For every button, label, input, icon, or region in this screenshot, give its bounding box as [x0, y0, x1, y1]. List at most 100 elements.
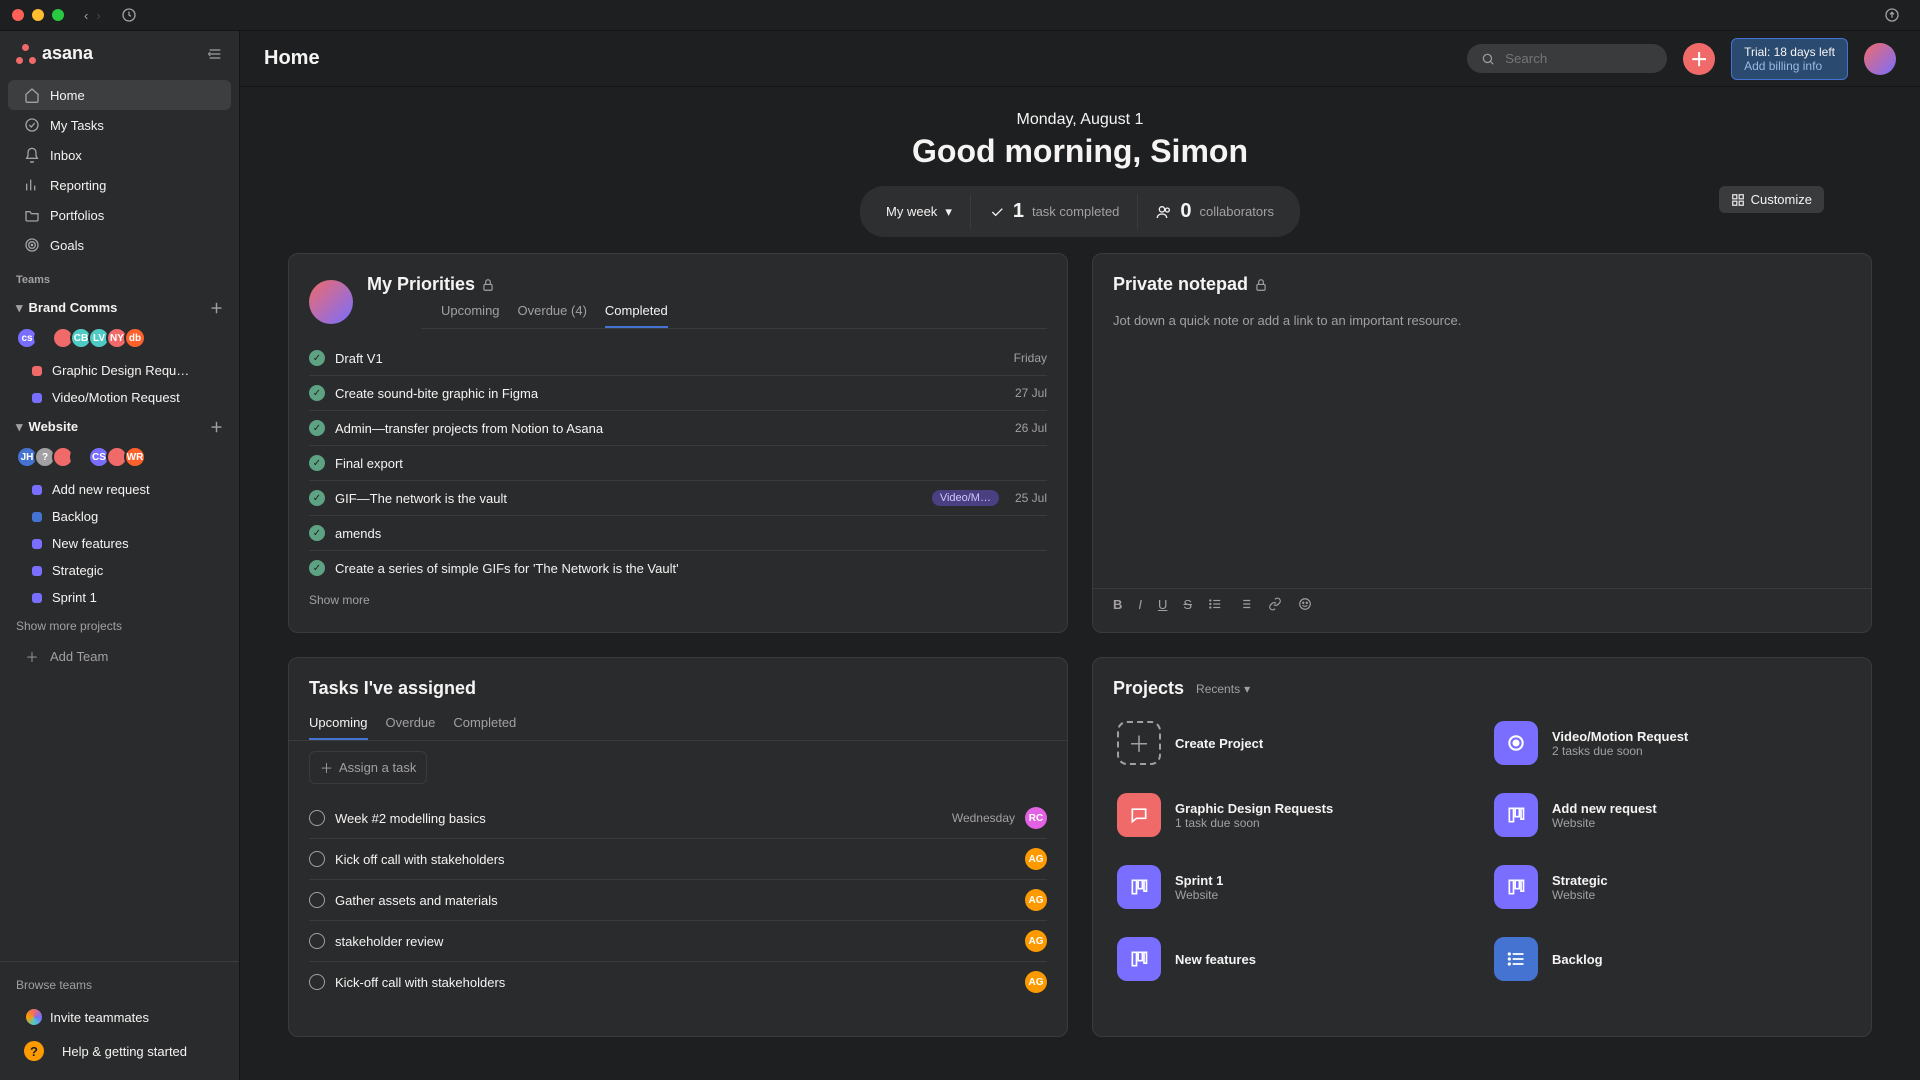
sidebar-project[interactable]: Sprint 1: [0, 584, 239, 611]
task-checkbox[interactable]: [309, 385, 325, 401]
task-name: GIF—The network is the vault: [335, 491, 922, 506]
task-checkbox[interactable]: [309, 933, 325, 949]
notepad-editor[interactable]: Jot down a quick note or add a link to a…: [1093, 303, 1871, 588]
task-row[interactable]: GIF—The network is the vaultVideo/M…25 J…: [309, 481, 1047, 516]
back-icon[interactable]: ‹: [84, 8, 88, 23]
asana-logo[interactable]: asana: [16, 43, 93, 64]
sidebar-item-portfolios[interactable]: Portfolios: [8, 200, 231, 230]
team-website[interactable]: ▾Website＋: [0, 411, 239, 442]
tab-upcoming[interactable]: Upcoming: [309, 707, 368, 740]
user-avatar[interactable]: [1864, 43, 1896, 75]
tab-upcoming[interactable]: Upcoming: [441, 295, 500, 328]
task-row[interactable]: Gather assets and materialsAG: [309, 880, 1047, 921]
zoom-window-icon[interactable]: [52, 9, 64, 21]
plus-icon[interactable]: ＋: [210, 417, 223, 436]
italic-icon[interactable]: I: [1138, 597, 1142, 612]
task-row[interactable]: stakeholder reviewAG: [309, 921, 1047, 962]
search-box[interactable]: [1467, 44, 1667, 73]
assignee-avatar[interactable]: RC: [1025, 807, 1047, 829]
sidebar-item-reporting[interactable]: Reporting: [8, 170, 231, 200]
task-row[interactable]: Create a series of simple GIFs for 'The …: [309, 551, 1047, 585]
search-input[interactable]: [1503, 50, 1653, 67]
task-checkbox[interactable]: [309, 455, 325, 471]
sidebar-project[interactable]: Strategic: [0, 557, 239, 584]
minimize-window-icon[interactable]: [32, 9, 44, 21]
invite-teammates-button[interactable]: Invite teammates: [8, 1000, 231, 1034]
forward-icon[interactable]: ›: [96, 8, 100, 23]
close-window-icon[interactable]: [12, 9, 24, 21]
avatar[interactable]: WR: [124, 446, 146, 468]
bold-icon[interactable]: B: [1113, 597, 1122, 612]
tab-overdue[interactable]: Overdue (4): [518, 295, 587, 328]
task-checkbox[interactable]: [309, 810, 325, 826]
task-checkbox[interactable]: [309, 420, 325, 436]
sidebar-project[interactable]: New features: [0, 530, 239, 557]
project-card[interactable]: StrategicWebsite: [1490, 855, 1851, 919]
add-team-button[interactable]: ＋ Add Team: [8, 641, 231, 671]
assign-task-button[interactable]: ＋ Assign a task: [309, 751, 427, 784]
show-more-projects-link[interactable]: Show more projects: [0, 611, 239, 641]
tab-overdue[interactable]: Overdue: [386, 707, 436, 740]
task-row[interactable]: Admin—transfer projects from Notion to A…: [309, 411, 1047, 446]
tab-completed[interactable]: Completed: [605, 295, 668, 328]
assignee-avatar[interactable]: AG: [1025, 848, 1047, 870]
history-icon[interactable]: [121, 7, 137, 23]
task-checkbox[interactable]: [309, 525, 325, 541]
sidebar-project[interactable]: Add new request: [0, 476, 239, 503]
global-create-button[interactable]: ＋: [1683, 43, 1715, 75]
sidebar-project[interactable]: Graphic Design Requ…: [0, 357, 239, 384]
collapse-sidebar-icon[interactable]: [207, 46, 223, 62]
task-row[interactable]: Week #2 modelling basicsWednesdayRC: [309, 798, 1047, 839]
link-icon[interactable]: [1268, 597, 1282, 612]
task-row[interactable]: Draft V1Friday: [309, 341, 1047, 376]
project-card[interactable]: New features: [1113, 927, 1474, 991]
customize-button[interactable]: Customize: [1719, 186, 1824, 213]
plus-icon[interactable]: ＋: [210, 298, 223, 317]
assignee-avatar[interactable]: AG: [1025, 889, 1047, 911]
recents-filter[interactable]: Recents ▾: [1196, 682, 1250, 696]
task-row[interactable]: Kick off call with stakeholdersAG: [309, 839, 1047, 880]
sidebar-item-inbox[interactable]: Inbox: [8, 140, 231, 170]
trial-banner[interactable]: Trial: 18 days left Add billing info: [1731, 38, 1848, 80]
task-row[interactable]: Create sound-bite graphic in Figma27 Jul: [309, 376, 1047, 411]
sidebar-project[interactable]: Video/Motion Request: [0, 384, 239, 411]
numbered-list-icon[interactable]: [1238, 597, 1252, 612]
task-checkbox[interactable]: [309, 560, 325, 576]
project-card[interactable]: Add new requestWebsite: [1490, 783, 1851, 847]
browse-teams-link[interactable]: Browse teams: [0, 970, 239, 1000]
avatar[interactable]: db: [124, 327, 146, 349]
bullet-list-icon[interactable]: [1208, 597, 1222, 612]
sidebar-item-home[interactable]: Home: [8, 80, 231, 110]
task-row[interactable]: Kick-off call with stakeholdersAG: [309, 962, 1047, 1002]
show-more-button[interactable]: Show more: [289, 585, 1067, 615]
help-button[interactable]: ? Help & getting started: [8, 1034, 231, 1068]
task-checkbox[interactable]: [309, 892, 325, 908]
task-name: Create sound-bite graphic in Figma: [335, 386, 1005, 401]
sidebar-item-my-tasks[interactable]: My Tasks: [8, 110, 231, 140]
project-card[interactable]: Video/Motion Request2 tasks due soon: [1490, 711, 1851, 775]
assignee-avatar[interactable]: AG: [1025, 971, 1047, 993]
task-row[interactable]: Final export: [309, 446, 1047, 481]
week-filter[interactable]: My week ▾: [868, 198, 970, 226]
tab-completed[interactable]: Completed: [453, 707, 516, 740]
project-card[interactable]: Backlog: [1490, 927, 1851, 991]
underline-icon[interactable]: U: [1158, 597, 1167, 612]
sidebar-project[interactable]: Backlog: [0, 503, 239, 530]
project-card[interactable]: Graphic Design Requests1 task due soon: [1113, 783, 1474, 847]
strike-icon[interactable]: S: [1183, 597, 1192, 612]
task-checkbox[interactable]: [309, 851, 325, 867]
task-checkbox[interactable]: [309, 350, 325, 366]
upgrade-icon[interactable]: [1884, 7, 1900, 23]
task-checkbox[interactable]: [309, 974, 325, 990]
sidebar-item-goals[interactable]: Goals: [8, 230, 231, 260]
task-checkbox[interactable]: [309, 490, 325, 506]
task-row[interactable]: amends: [309, 516, 1047, 551]
project-card[interactable]: ＋Create Project: [1113, 711, 1474, 775]
user-avatar-large[interactable]: [309, 280, 353, 324]
logo-row: asana: [0, 43, 239, 76]
task-tag[interactable]: Video/M…: [932, 490, 999, 506]
emoji-icon[interactable]: [1298, 597, 1312, 612]
team-brand-comms[interactable]: ▾Brand Comms＋: [0, 292, 239, 323]
assignee-avatar[interactable]: AG: [1025, 930, 1047, 952]
project-card[interactable]: Sprint 1Website: [1113, 855, 1474, 919]
